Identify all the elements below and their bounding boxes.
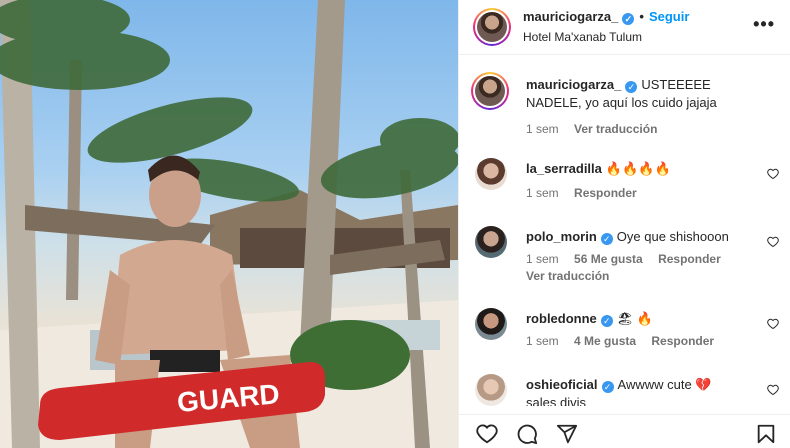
comment-like-icon[interactable] (767, 318, 779, 330)
commenter-avatar[interactable] (475, 158, 507, 190)
caption-time[interactable]: 1 sem (526, 122, 559, 136)
comment-body: 🏖 🔥 (616, 311, 654, 326)
comment-text: oshieoficial ✓ Awwww cute 💔 sales divis (526, 376, 757, 406)
comment-time[interactable]: 1 sem (526, 252, 559, 266)
comment-item: polo_morin ✓ Oye que shishooon 1 sem 56 Me… (459, 224, 790, 294)
heart-icon[interactable] (475, 423, 499, 445)
comment-likes[interactable]: 4 Me gusta (574, 334, 636, 348)
comments-list[interactable]: mauriciogarza_ ✓ USTEEEEE NADELE, yo aquí … (459, 56, 790, 406)
follow-button[interactable]: Seguir (649, 9, 689, 24)
post-location[interactable]: Hotel Ma'xanab Tulum (523, 30, 642, 44)
post-header: mauriciogarza_ ✓ • Seguir Hotel Ma'xanab Tu… (459, 0, 790, 55)
caption-avatar[interactable] (471, 72, 509, 110)
comment-like-icon[interactable] (767, 384, 779, 396)
author-avatar[interactable] (473, 8, 511, 46)
verified-icon: ✓ (622, 13, 635, 25)
comment-item: robledonne ✓ 🏖 🔥 1 sem 4 Me gusta Responde… (459, 306, 790, 356)
comment-item: la_serradilla 🔥🔥🔥🔥 1 sem Responder (459, 156, 790, 206)
caption: mauriciogarza_ ✓ USTEEEEE NADELE, yo aquí … (459, 72, 790, 142)
reply-button[interactable]: Responder (658, 252, 721, 266)
comment-meta: 1 sem 56 Me gusta Responder (526, 252, 733, 266)
comment-icon[interactable] (515, 423, 539, 445)
comment-text: polo_morin ✓ Oye que shishooon (526, 228, 757, 246)
author-info: mauriciogarza_ ✓ • Seguir (523, 9, 689, 25)
verified-icon: ✓ (600, 233, 613, 245)
comment-like-icon[interactable] (767, 168, 779, 180)
comment-item: oshieoficial ✓ Awwww cute 💔 sales divis (459, 372, 790, 406)
bookmark-icon[interactable] (755, 423, 777, 445)
comment-text: la_serradilla 🔥🔥🔥🔥 (526, 160, 757, 178)
caption-username[interactable]: mauriciogarza_ (526, 77, 621, 92)
commenter-avatar[interactable] (475, 226, 507, 258)
comment-time[interactable]: 1 sem (526, 186, 559, 200)
more-options-icon[interactable]: ••• (753, 14, 775, 35)
comment-username[interactable]: la_serradilla (526, 161, 602, 176)
comment-body-overflow: sales divis (526, 395, 586, 406)
post-photo[interactable]: GUARD (0, 0, 458, 448)
comment-username[interactable]: oshieoficial (526, 377, 598, 392)
commenter-avatar[interactable] (475, 308, 507, 340)
caption-translate-link[interactable]: Ver traducción (574, 122, 657, 136)
post-side-panel: mauriciogarza_ ✓ • Seguir Hotel Ma'xanab Tu… (458, 0, 790, 448)
comment-like-icon[interactable] (767, 236, 779, 248)
comment-meta: 1 sem Responder (526, 186, 649, 200)
comment-body: 🔥🔥🔥🔥 (605, 161, 671, 176)
caption-meta: 1 sem Ver traducción (526, 122, 669, 136)
comment-text: robledonne ✓ 🏖 🔥 (526, 310, 757, 328)
separator-dot: • (639, 9, 644, 24)
comment-meta: 1 sem 4 Me gusta Responder (526, 334, 726, 348)
reply-button[interactable]: Responder (574, 186, 637, 200)
comment-time[interactable]: 1 sem (526, 334, 559, 348)
share-icon[interactable] (555, 423, 579, 445)
post-photo-illustration: GUARD (0, 0, 458, 448)
action-bar (459, 414, 790, 448)
reply-button[interactable]: Responder (651, 334, 714, 348)
verified-icon: ✓ (600, 315, 613, 327)
commenter-avatar[interactable] (475, 374, 507, 406)
verified-icon: ✓ (625, 81, 638, 93)
caption-text: mauriciogarza_ ✓ USTEEEEE NADELE, yo aquí … (526, 76, 757, 112)
comment-body: Awwww cute 💔 (617, 377, 712, 392)
comment-body: Oye que shishooon (616, 229, 729, 244)
comment-username[interactable]: polo_morin (526, 229, 597, 244)
comment-username[interactable]: robledonne (526, 311, 597, 326)
comment-likes[interactable]: 56 Me gusta (574, 252, 643, 266)
author-username[interactable]: mauriciogarza_ (523, 9, 618, 24)
comment-translate-link[interactable]: Ver traducción (526, 269, 609, 283)
verified-icon: ✓ (601, 381, 614, 393)
